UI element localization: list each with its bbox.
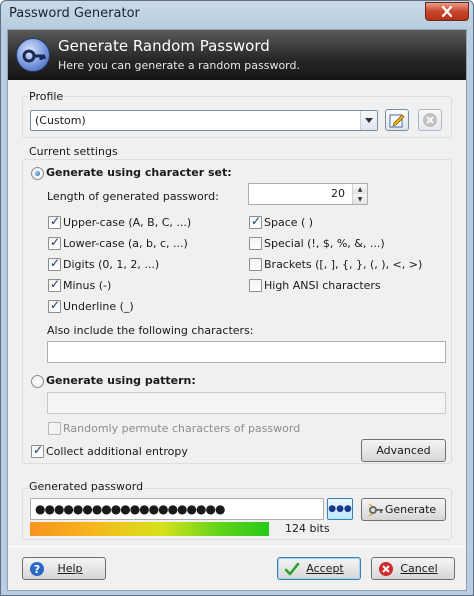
banner-title: Generate Random Password — [58, 37, 270, 55]
digits-checkbox[interactable] — [48, 256, 61, 271]
space-checkbox[interactable] — [249, 214, 262, 229]
high-ansi-label[interactable]: High ANSI characters — [264, 279, 381, 292]
quality-bits-label: 124 bits — [285, 522, 330, 535]
accept-button[interactable]: Accept — [277, 557, 361, 580]
cancel-button-label: Cancel — [400, 562, 438, 575]
entropy-checkbox[interactable] — [31, 443, 44, 458]
profile-legend: Profile — [28, 90, 65, 103]
delete-profile-button[interactable] — [418, 109, 442, 131]
upper-case-label[interactable]: Upper-case (A, B, C, ...) — [63, 216, 191, 229]
special-checkbox[interactable] — [249, 237, 262, 250]
underline-label[interactable]: Underline (_) — [63, 300, 134, 313]
minus-checkbox[interactable] — [48, 277, 61, 292]
digits-label[interactable]: Digits (0, 1, 2, ...) — [63, 258, 159, 271]
pattern-radio-label[interactable]: Generate using pattern: — [46, 374, 196, 387]
permute-label[interactable]: Randomly permute characters of password — [63, 422, 300, 435]
dropdown-arrow-icon — [360, 111, 377, 130]
password-generator-window: Password Generator Generate Random Passw… — [0, 0, 474, 596]
profile-selected-value: (Custom) — [35, 114, 86, 127]
upper-case-checkbox[interactable] — [48, 214, 61, 229]
delete-profile-icon — [423, 113, 437, 127]
spin-down-button[interactable]: ▼ — [352, 194, 367, 204]
help-icon: ? — [29, 561, 45, 577]
settings-legend: Current settings — [28, 145, 119, 158]
charset-radio-label[interactable]: Generate using character set: — [46, 166, 232, 179]
edit-profile-icon — [389, 114, 405, 128]
brackets-label[interactable]: Brackets ([, ], {, }, (, ), <, >) — [264, 258, 422, 271]
permute-checkbox[interactable] — [48, 422, 61, 435]
length-value: 20 — [331, 187, 345, 200]
svg-text:?: ? — [34, 563, 40, 576]
cancel-button[interactable]: Cancel — [371, 557, 455, 580]
space-label[interactable]: Space ( ) — [264, 216, 313, 229]
key-icon — [16, 38, 50, 72]
generate-button-label: Generate — [384, 503, 437, 516]
quality-bar — [30, 522, 269, 536]
special-label[interactable]: Special (!, $, %, &, ...) — [264, 237, 385, 250]
banner: Generate Random Password Here you can ge… — [8, 30, 466, 80]
length-label: Length of generated password: — [47, 190, 219, 203]
also-include-input[interactable] — [47, 341, 446, 363]
edit-profile-button[interactable] — [385, 109, 409, 131]
close-icon — [441, 6, 453, 17]
password-mask: ●●●●●●●●●●●●●●●●●●●● — [35, 502, 225, 516]
title-bar[interactable]: Password Generator — [1, 1, 473, 29]
toggle-password-visibility-button[interactable]: ●●● — [327, 498, 353, 520]
underline-checkbox[interactable] — [48, 298, 61, 313]
pattern-input[interactable] — [47, 392, 446, 414]
brackets-checkbox[interactable] — [249, 258, 262, 271]
password-field[interactable]: ●●●●●●●●●●●●●●●●●●●● — [30, 498, 324, 520]
banner-subtitle: Here you can generate a random password. — [58, 59, 300, 72]
accept-icon — [284, 561, 300, 577]
generate-icon — [368, 502, 384, 518]
generate-button[interactable]: Generate — [361, 498, 446, 521]
minus-label[interactable]: Minus (-) — [63, 279, 111, 292]
footer-separator — [8, 546, 466, 547]
help-button[interactable]: ? Help — [22, 557, 106, 580]
lower-case-checkbox[interactable] — [48, 235, 61, 250]
high-ansi-checkbox[interactable] — [249, 279, 262, 292]
window-close-button[interactable] — [425, 2, 469, 21]
spin-up-button[interactable]: ▲ — [352, 184, 367, 194]
dialog-client: Generate Random Password Here you can ge… — [7, 29, 467, 591]
entropy-label[interactable]: Collect additional entropy — [46, 445, 188, 458]
profile-dropdown[interactable]: (Custom) — [30, 110, 378, 131]
lower-case-label[interactable]: Lower-case (a, b, c, ...) — [63, 237, 188, 250]
accept-button-label: Accept — [306, 562, 344, 575]
length-spinner[interactable]: 20 ▲ ▼ — [248, 183, 368, 205]
cancel-icon — [378, 561, 394, 577]
generated-legend: Generated password — [28, 480, 145, 493]
charset-radio[interactable] — [31, 167, 44, 180]
also-include-label: Also include the following characters: — [47, 324, 254, 337]
window-title: Password Generator — [9, 6, 140, 21]
advanced-button[interactable]: Advanced — [361, 439, 446, 462]
pattern-radio[interactable] — [31, 375, 44, 388]
help-button-label: Help — [57, 562, 83, 575]
